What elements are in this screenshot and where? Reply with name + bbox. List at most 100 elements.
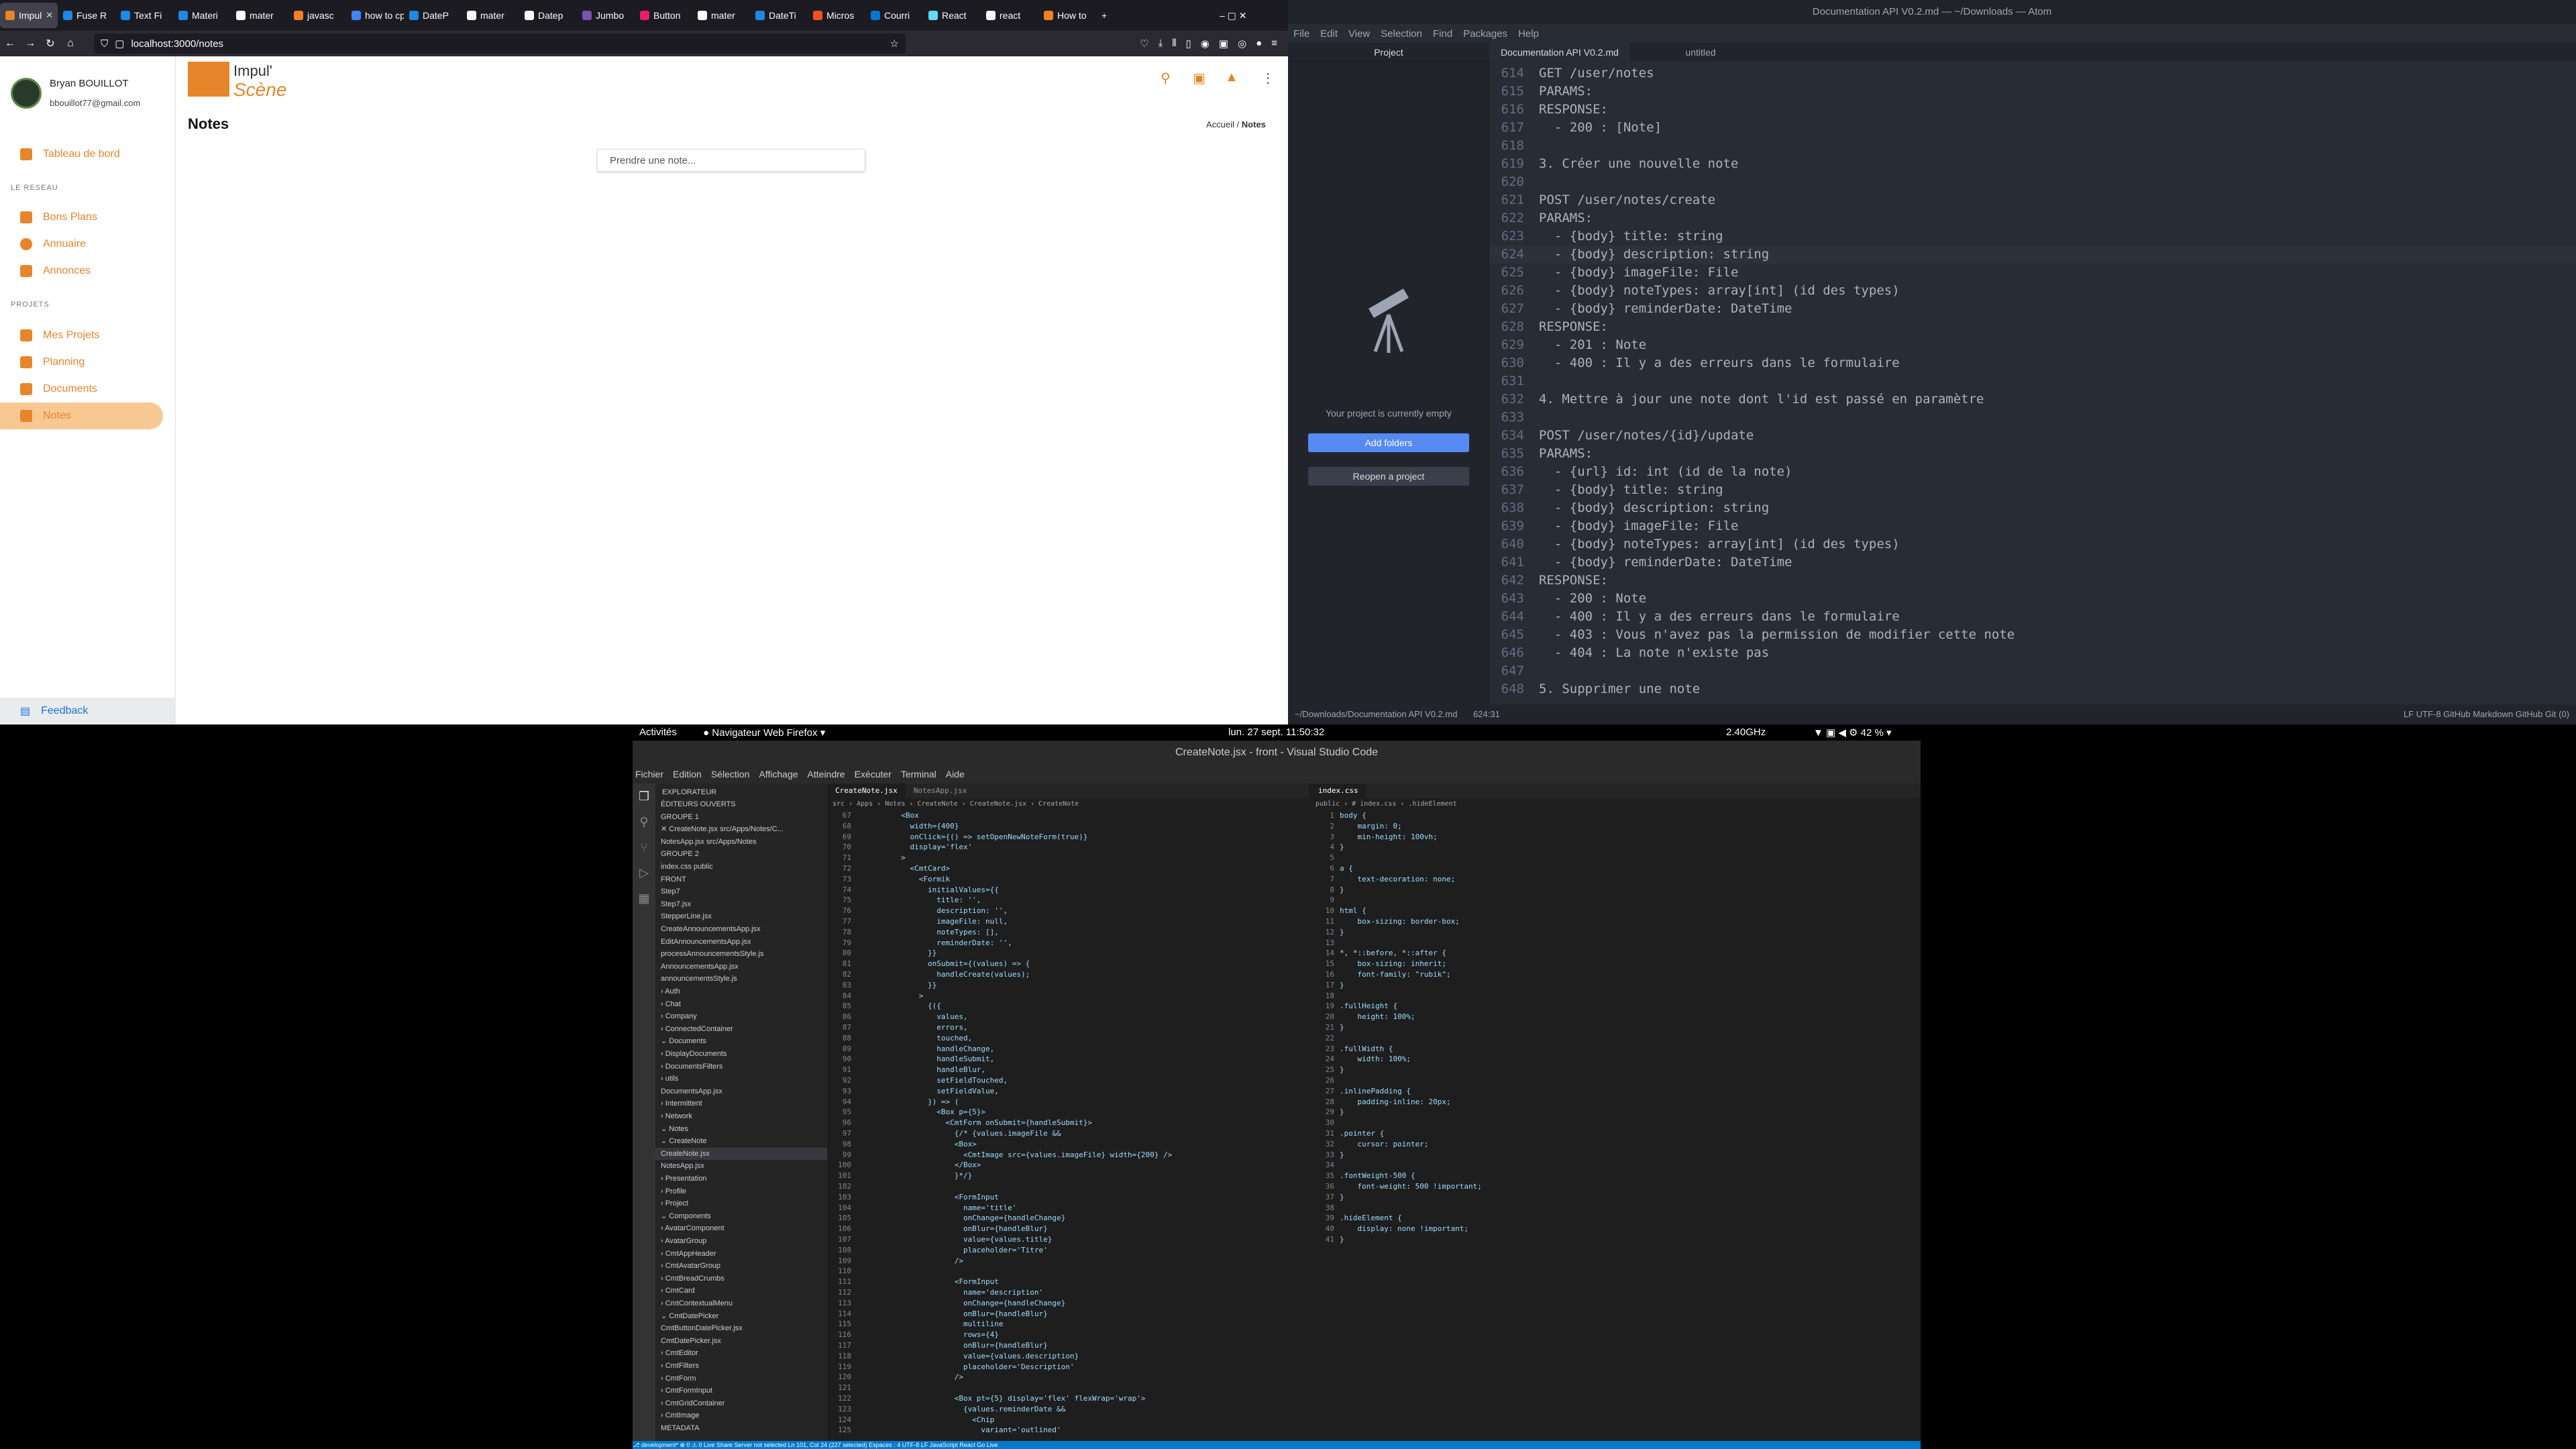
browser-tab[interactable]: react	[981, 3, 1038, 28]
menu-item[interactable]: File	[1293, 28, 1309, 40]
menu-item[interactable]: Help	[1518, 28, 1539, 40]
pocket-icon[interactable]: ♡	[1140, 38, 1148, 50]
extensions-icon[interactable]: ▦	[633, 885, 655, 911]
editor-left[interactable]: CreateNote.jsx NotesApp.jsx src › Apps › …	[827, 784, 1309, 1441]
explorer-item[interactable]: › CmtAvatarGroup	[655, 1260, 847, 1272]
downloads-icon[interactable]: ⤓	[1159, 38, 1163, 50]
browser-tab[interactable]: Impul ✕	[0, 3, 58, 28]
feedback-button[interactable]: ▤ Feedback	[0, 698, 176, 724]
explorer-item[interactable]: NotesApp.jsx	[655, 1160, 847, 1172]
menu-item[interactable]: Exécuter	[855, 769, 892, 780]
explorer-item[interactable]: ÉDITEURS OUVERTS	[655, 798, 847, 810]
atom-editor[interactable]: 614 GET /user/notes 615 PARAMS: 616 RESPONSE:…	[1489, 62, 2576, 704]
menu-item[interactable]: Aide	[946, 769, 965, 780]
new-note-input[interactable]: Prendre une note...	[597, 149, 865, 172]
search-icon[interactable]: ⚲	[633, 809, 655, 835]
explorer-item[interactable]: › Auth	[655, 985, 847, 998]
more-vert-icon[interactable]: ⋮	[1261, 70, 1275, 87]
tab-file[interactable]: NotesApp.jsx	[906, 784, 975, 798]
reload-icon[interactable]: ↻	[40, 37, 60, 50]
browser-tab[interactable]: mater	[462, 3, 519, 28]
explorer-item[interactable]: EditAnnouncementsApp.jsx	[655, 936, 847, 948]
breadcrumb-home[interactable]: Accueil	[1206, 119, 1234, 129]
explorer-item[interactable]: › utils	[655, 1073, 847, 1085]
menu-item[interactable]: Find	[1433, 28, 1452, 40]
menu-item[interactable]: Edit	[1320, 28, 1338, 40]
menu-item[interactable]: Selection	[1381, 28, 1422, 40]
sidebar-item-documents[interactable]: Documents	[0, 376, 164, 402]
menu-item[interactable]: Affichage	[759, 769, 798, 780]
explorer-item[interactable]: › CmtForm	[655, 1373, 847, 1385]
browser-tab[interactable]: javasc	[288, 3, 346, 28]
explorer-item[interactable]: Step7.jsx	[655, 898, 847, 910]
explorer-item[interactable]: › DisplayDocuments	[655, 1048, 847, 1060]
explorer-item[interactable]: › CmtAppHeader	[655, 1248, 847, 1260]
explorer-item[interactable]: › AvatarComponent	[655, 1222, 847, 1234]
sidebar-item-projects[interactable]: Mes Projets	[0, 322, 164, 349]
account-icon[interactable]: ●	[1256, 38, 1262, 50]
explorer-item[interactable]: › Intermittent	[655, 1097, 847, 1110]
app-logo[interactable]: Impul' Scène	[233, 62, 286, 99]
bell-icon[interactable]: ▲	[1225, 70, 1238, 85]
explorer-item[interactable]: ✕ CreateNote.jsx src/Apps/Notes/C...	[655, 823, 847, 835]
explorer-item[interactable]: CmtDatePicker.jsx	[655, 1335, 847, 1347]
explorer-item[interactable]: Step7	[655, 885, 847, 898]
status-cursor-pos[interactable]: 624:31	[1473, 709, 1500, 719]
extension-icon[interactable]: ◎	[1238, 38, 1246, 50]
browser-tab[interactable]: Fuse R	[58, 3, 115, 28]
app-menu[interactable]: ● Navigateur Web Firefox ▾	[703, 727, 825, 739]
explorer-item[interactable]: index.css public	[655, 861, 847, 873]
status-right[interactable]: LF UTF-8 GitHub Markdown GitHub Git (0)	[2404, 704, 2569, 724]
files-icon[interactable]: ❐	[633, 784, 655, 809]
star-icon[interactable]: ☆	[890, 38, 899, 50]
explorer-item[interactable]: › Profile	[655, 1185, 847, 1197]
sidebar-icon[interactable]: ▯	[1186, 38, 1191, 50]
new-tab-button[interactable]: +	[1096, 3, 1123, 28]
menu-item[interactable]: Fichier	[635, 769, 663, 780]
explorer-item[interactable]: › CmtContextualMenu	[655, 1297, 847, 1309]
browser-tab[interactable]: mater	[231, 3, 288, 28]
menu-item[interactable]: View	[1348, 28, 1370, 40]
extension-icon[interactable]: ◉	[1201, 38, 1210, 50]
avatar[interactable]	[11, 78, 42, 109]
sidebar-item-notes[interactable]: Notes	[0, 402, 163, 429]
explorer-item[interactable]: FRONT	[655, 873, 847, 885]
explorer-item[interactable]: › CmtBreadCrumbs	[655, 1273, 847, 1285]
status-bar[interactable]: ⎇ development* ⊗ 0 ⚠ 0 Live Share Server…	[633, 1441, 1921, 1449]
add-folders-button[interactable]: Add folders	[1308, 433, 1469, 452]
explorer-item[interactable]: › Project	[655, 1197, 847, 1210]
explorer-item[interactable]: announcementsStyle.js	[655, 973, 847, 985]
browser-tab[interactable]: Courri	[865, 3, 923, 28]
tab-untitled[interactable]: untitled	[1630, 43, 1771, 62]
browser-tab[interactable]: React	[923, 3, 981, 28]
tab-file[interactable]: CreateNote.jsx	[827, 784, 906, 798]
window-controls[interactable]: ‒ ▢ ✕	[1214, 3, 1288, 28]
tab-file[interactable]: index.css	[1310, 784, 1366, 798]
browser-tab[interactable]: mater	[692, 3, 750, 28]
tab-documentation[interactable]: Documentation API V0.2.md	[1489, 43, 1630, 62]
explorer-item[interactable]: › CmtEditor	[655, 1347, 847, 1359]
explorer-item[interactable]: ⌄ CreateNote	[655, 1135, 847, 1147]
extension-icon[interactable]: ▣	[1219, 38, 1228, 50]
close-icon[interactable]: ✕	[46, 10, 53, 21]
explorer-item[interactable]: › CmtGridContainer	[655, 1397, 847, 1409]
explorer-item[interactable]: › CmtCard	[655, 1285, 847, 1297]
sidebar-item-directory[interactable]: Annuaire	[0, 231, 164, 258]
explorer-item[interactable]: › AvatarGroup	[655, 1235, 847, 1247]
forward-icon[interactable]: →	[20, 38, 40, 50]
home-icon[interactable]: ⌂	[60, 38, 80, 50]
menu-item[interactable]: Sélection	[711, 769, 750, 780]
explorer-item[interactable]: › CmtFilters	[655, 1360, 847, 1372]
debug-icon[interactable]: ▷	[633, 860, 655, 885]
clock[interactable]: lun. 27 sept. 11:50:32	[1228, 727, 1324, 738]
browser-tab[interactable]: Materi	[173, 3, 231, 28]
explorer-item[interactable]: CreateNote.jsx	[655, 1147, 847, 1160]
explorer-item[interactable]: processAnnouncementsStyle.js	[655, 948, 847, 960]
explorer-item[interactable]: › Company	[655, 1010, 847, 1022]
explorer-item[interactable]: › Presentation	[655, 1173, 847, 1185]
explorer-item[interactable]: › CmtFormInput	[655, 1385, 847, 1397]
system-tray[interactable]: ▼ ▣ ◀ ⚙ 42 % ▾	[1813, 727, 1892, 739]
menu-item[interactable]: Edition	[673, 769, 702, 780]
explorer-item[interactable]: DocumentsApp.jsx	[655, 1085, 847, 1097]
back-icon[interactable]: ←	[0, 38, 20, 50]
